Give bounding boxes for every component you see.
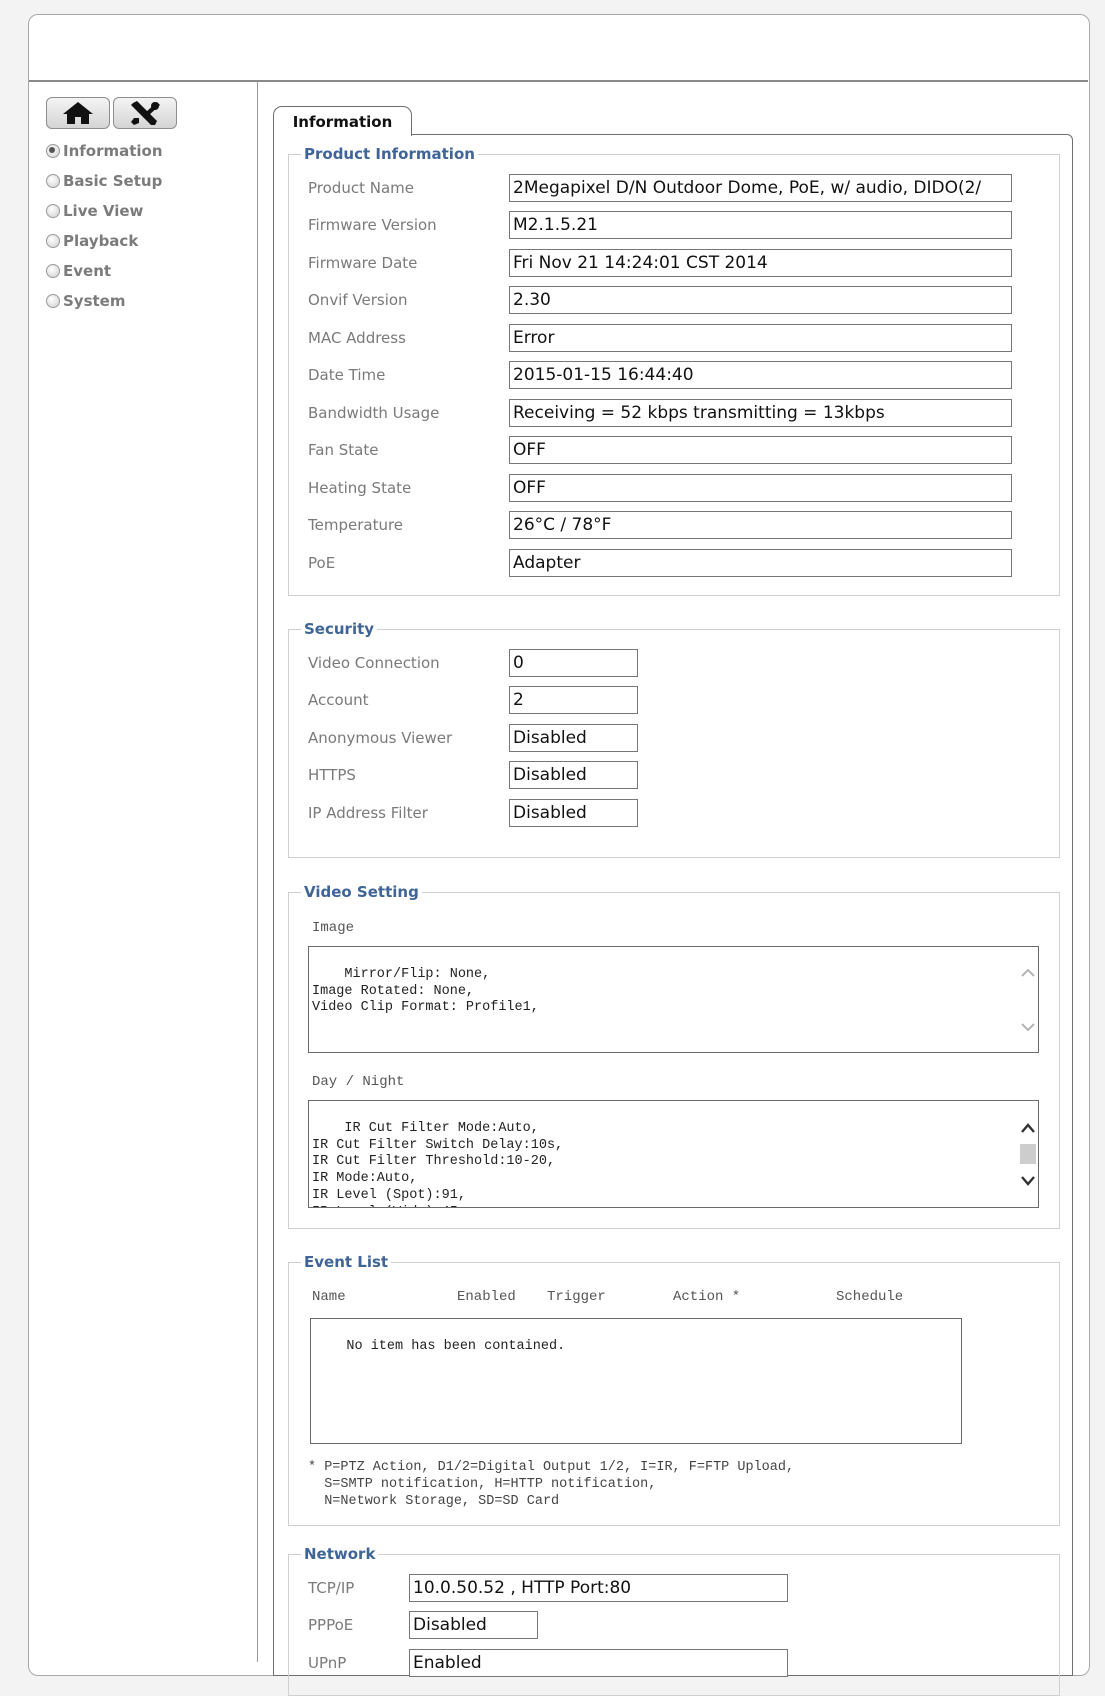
day-night-text: IR Cut Filter Mode:Auto, IR Cut Filter S…: [312, 1120, 564, 1207]
sidebar-divider: [257, 82, 258, 1662]
temperature-field[interactable]: 26°C / 78°F: [509, 511, 1012, 539]
scroll-down-icon[interactable]: [1021, 1174, 1035, 1188]
nav-item-label: System: [63, 292, 126, 310]
tcp-ip-field[interactable]: 10.0.50.52 , HTTP Port:80: [409, 1574, 788, 1602]
field-label: Anonymous Viewer: [308, 729, 453, 747]
field-label: Onvif Version: [308, 291, 408, 309]
field-label: Heating State: [308, 479, 412, 497]
event-list-empty-text: No item has been contained.: [346, 1338, 566, 1354]
column-header-trigger: Trigger: [547, 1289, 606, 1305]
field-label: Bandwidth Usage: [308, 404, 440, 422]
security-section: Security Video Connection 0 Account 2 An…: [288, 620, 1060, 858]
bandwidth-usage-field[interactable]: Receiving = 52 kbps transmitting = 13kbp…: [509, 399, 1012, 427]
fan-state-field[interactable]: OFF: [509, 436, 1012, 464]
column-header-schedule: Schedule: [836, 1289, 904, 1305]
nav-item-label: Live View: [63, 202, 144, 220]
column-header-enabled: Enabled: [457, 1289, 516, 1305]
scrollbar[interactable]: [1018, 947, 1038, 1052]
firmware-version-field[interactable]: M2.1.5.21: [509, 211, 1012, 239]
section-title: Video Setting: [301, 883, 422, 901]
heating-state-field[interactable]: OFF: [509, 474, 1012, 502]
video-connection-field[interactable]: 0: [509, 649, 638, 677]
nav-item-live-view[interactable]: Live View: [46, 196, 163, 226]
section-title: Event List: [301, 1253, 392, 1271]
tools-icon: [131, 101, 160, 125]
product-name-field[interactable]: 2Megapixel D/N Outdoor Dome, PoE, w/ aud…: [509, 174, 1012, 202]
scroll-up-icon[interactable]: [1021, 965, 1035, 979]
section-title: Security: [301, 620, 378, 638]
image-settings-text: Mirror/Flip: None, Image Rotated: None, …: [312, 966, 539, 1016]
tools-button[interactable]: [113, 97, 177, 129]
radio-icon: [46, 264, 60, 278]
field-label: Date Time: [308, 366, 386, 384]
section-title: Product Information: [301, 145, 478, 163]
image-label: Image: [312, 920, 355, 936]
field-label: IP Address Filter: [308, 804, 428, 822]
product-information-section: Product Information Product Name 2Megapi…: [288, 145, 1060, 596]
firmware-date-field[interactable]: Fri Nov 21 14:24:01 CST 2014: [509, 249, 1012, 277]
home-button[interactable]: [46, 97, 110, 129]
header-divider: [29, 80, 1088, 82]
field-label: HTTPS: [308, 766, 356, 784]
field-label: UPnP: [308, 1654, 347, 1672]
sidebar-nav: Information Basic Setup Live View Playba…: [46, 136, 163, 316]
field-label: Video Connection: [308, 654, 440, 672]
radio-icon: [46, 234, 60, 248]
field-label: PPPoE: [308, 1616, 354, 1634]
field-label: Fan State: [308, 441, 379, 459]
field-label: Product Name: [308, 179, 414, 197]
radio-icon: [46, 174, 60, 188]
nav-item-information[interactable]: Information: [46, 136, 163, 166]
scrollbar[interactable]: [1018, 1101, 1038, 1207]
nav-item-event[interactable]: Event: [46, 256, 163, 286]
anonymous-viewer-field[interactable]: Disabled: [509, 724, 638, 752]
nav-item-label: Basic Setup: [63, 172, 163, 190]
field-label: Firmware Date: [308, 254, 418, 272]
nav-item-playback[interactable]: Playback: [46, 226, 163, 256]
column-header-action: Action *: [673, 1289, 741, 1305]
day-night-textarea[interactable]: IR Cut Filter Mode:Auto, IR Cut Filter S…: [308, 1100, 1039, 1208]
field-label: MAC Address: [308, 329, 406, 347]
poe-field[interactable]: Adapter: [509, 549, 1012, 577]
home-icon: [63, 102, 93, 124]
scroll-down-icon[interactable]: [1021, 1020, 1035, 1034]
nav-item-system[interactable]: System: [46, 286, 163, 316]
event-list-box[interactable]: No item has been contained.: [310, 1318, 962, 1444]
scrollbar-thumb[interactable]: [1020, 1144, 1036, 1164]
scroll-up-icon[interactable]: [1021, 1121, 1035, 1135]
nav-item-label: Playback: [63, 232, 139, 250]
https-field[interactable]: Disabled: [509, 761, 638, 789]
event-list-section: Event List Name Enabled Trigger Action *…: [288, 1253, 1060, 1526]
column-header-name: Name: [312, 1289, 346, 1305]
upnp-field[interactable]: Enabled: [409, 1649, 788, 1677]
nav-item-label: Information: [63, 142, 163, 160]
tab-information[interactable]: Information: [273, 106, 412, 136]
event-legend-note: * P=PTZ Action, D1/2=Digital Output 1/2,…: [308, 1460, 795, 1509]
field-label: PoE: [308, 554, 336, 572]
section-title: Network: [301, 1545, 379, 1563]
nav-item-label: Event: [63, 262, 112, 280]
pppoe-field[interactable]: Disabled: [409, 1611, 538, 1639]
date-time-field[interactable]: 2015-01-15 16:44:40: [509, 361, 1012, 389]
radio-icon: [46, 204, 60, 218]
image-settings-textarea[interactable]: Mirror/Flip: None, Image Rotated: None, …: [308, 946, 1039, 1053]
field-label: Firmware Version: [308, 216, 437, 234]
field-label: TCP/IP: [308, 1579, 355, 1597]
field-label: Account: [308, 691, 369, 709]
radio-icon: [46, 294, 60, 308]
account-field[interactable]: 2: [509, 686, 638, 714]
nav-item-basic-setup[interactable]: Basic Setup: [46, 166, 163, 196]
mac-address-field[interactable]: Error: [509, 324, 1012, 352]
video-setting-section: Video Setting Image Mirror/Flip: None, I…: [288, 883, 1060, 1229]
field-label: Temperature: [308, 516, 404, 534]
ip-address-filter-field[interactable]: Disabled: [509, 799, 638, 827]
day-night-label: Day / Night: [312, 1074, 405, 1090]
network-section: Network TCP/IP 10.0.50.52 , HTTP Port:80…: [288, 1545, 1060, 1696]
onvif-version-field[interactable]: 2.30: [509, 286, 1012, 314]
radio-selected-icon: [46, 144, 60, 158]
